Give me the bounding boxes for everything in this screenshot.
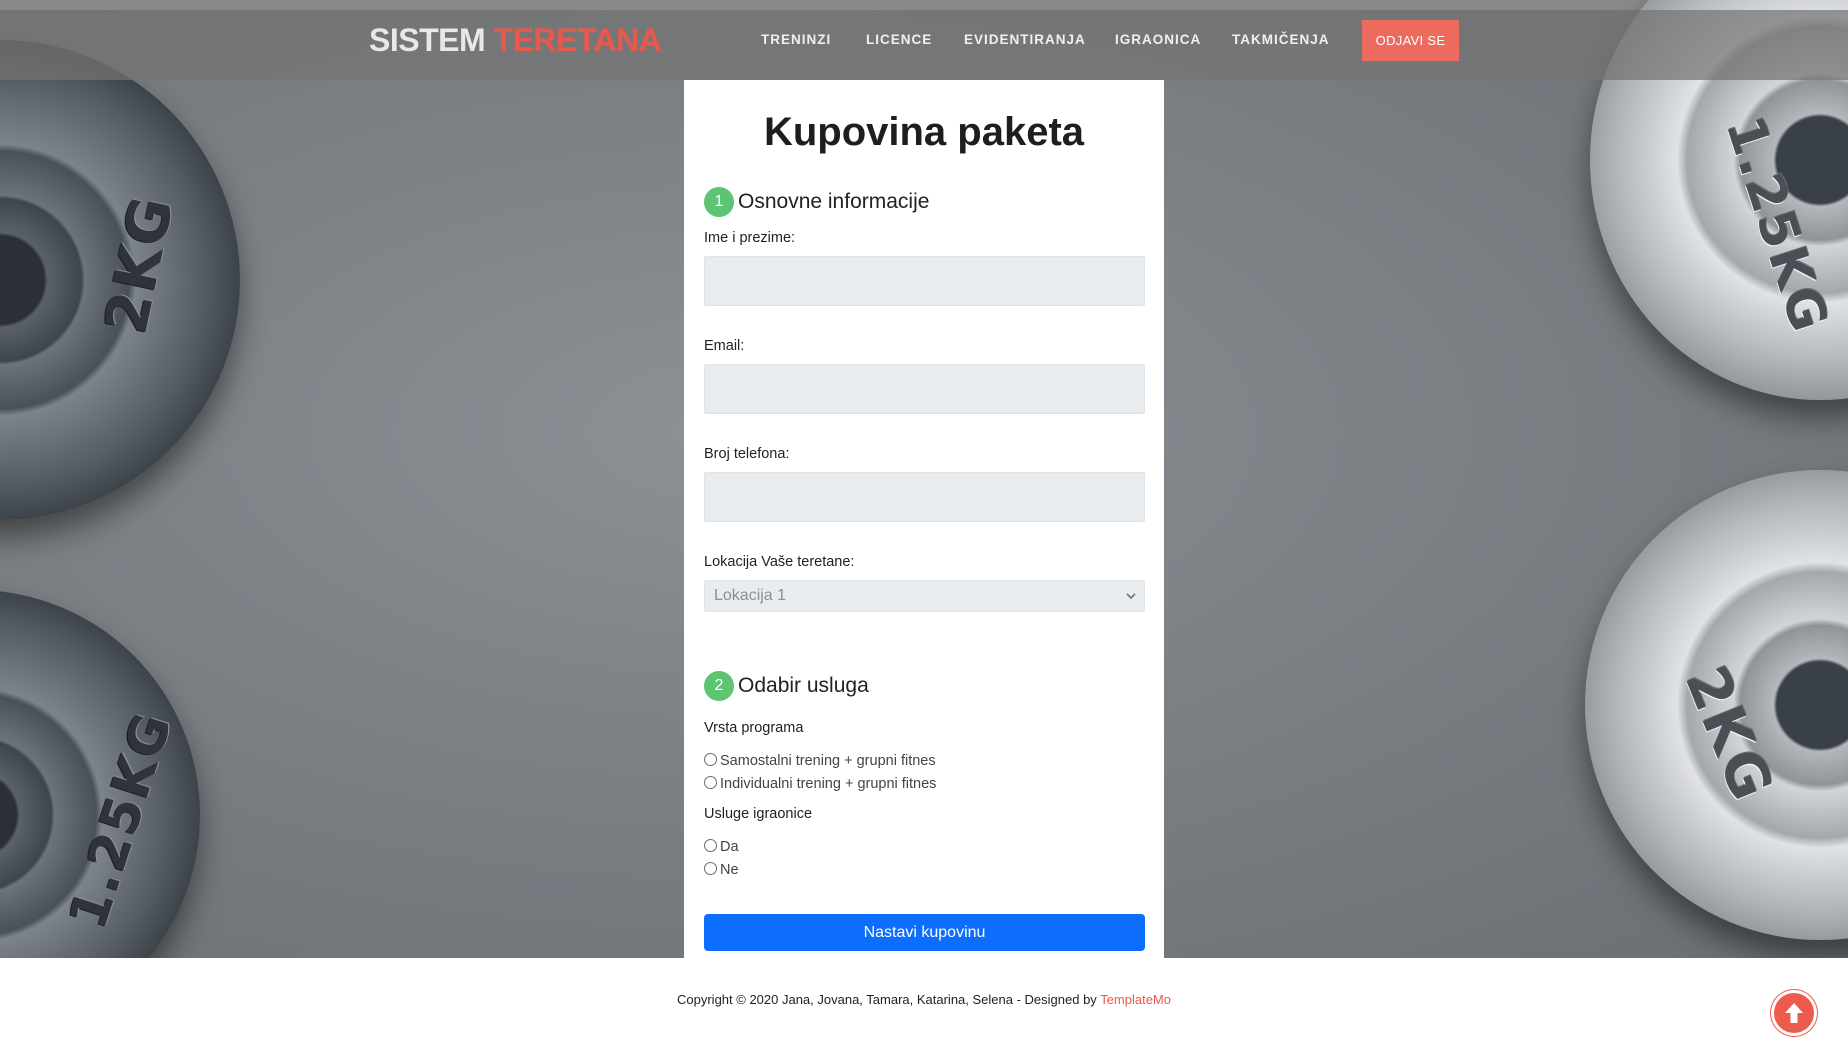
phone-input[interactable] (704, 472, 1145, 522)
section-basic-info: 1 Osnovne informacije (704, 187, 929, 217)
scroll-top-button[interactable] (1774, 993, 1814, 1033)
nav-item-igraonica[interactable]: IGRAONICA (1115, 32, 1201, 47)
radio-label: Da (720, 839, 739, 855)
name-input[interactable] (704, 256, 1145, 306)
radio-button[interactable] (704, 862, 717, 875)
program-option-1[interactable]: Samostalni trening + grupni fitnes (704, 753, 936, 769)
logout-button[interactable]: ODJAVI SE (1362, 20, 1459, 61)
chevron-down-icon (1126, 593, 1136, 600)
section-title: Osnovne informacije (738, 190, 930, 213)
phone-label: Broj telefona: (704, 446, 790, 462)
step-badge: 2 (704, 671, 734, 701)
playroom-option-da[interactable]: Da (704, 839, 739, 855)
nav-item-licence[interactable]: LICENCE (866, 32, 932, 47)
nav-item-evidentiranja[interactable]: EVIDENTIRANJA (964, 32, 1086, 47)
location-label: Lokacija Vaše teretane: (704, 554, 855, 570)
program-label: Vrsta programa (704, 720, 804, 736)
email-label: Email: (704, 338, 745, 354)
email-input[interactable] (704, 364, 1145, 414)
footer-link[interactable]: TemplateMo (1100, 992, 1171, 1007)
name-label: Ime i prezime: (704, 230, 796, 246)
radio-button[interactable] (704, 839, 717, 852)
footer: Copyright © 2020 Jana, Jovana, Tamara, K… (0, 992, 1848, 1007)
playroom-option-ne[interactable]: Ne (704, 862, 739, 878)
top-strip (0, 0, 1848, 10)
radio-label: Samostalni trening + grupni fitnes (720, 753, 936, 769)
radio-button[interactable] (704, 753, 717, 766)
nav-item-treninzi[interactable]: TRENINZI (761, 32, 831, 47)
logo-part2: TERETANA (493, 22, 662, 58)
site-header: SISTEM TERETANA TRENINZI LICENCE EVIDENT… (0, 10, 1848, 80)
section-title: Odabir usluga (738, 674, 869, 697)
arrow-up-circle-icon (1785, 1003, 1803, 1023)
radio-button[interactable] (704, 776, 717, 789)
logo-part1: SISTEM (369, 22, 486, 58)
program-option-2[interactable]: Individualni trening + grupni fitnes (704, 776, 936, 792)
radio-label: Ne (720, 862, 739, 878)
playroom-label: Usluge igraonice (704, 806, 813, 822)
page-title: Kupovina paketa (763, 110, 1085, 154)
nav-item-takmicenja[interactable]: TAKMIČENJA (1232, 32, 1330, 47)
site-logo[interactable]: SISTEM TERETANA (369, 22, 662, 59)
purchase-form-panel: Kupovina paketa 1 Osnovne informacije Im… (684, 80, 1164, 958)
location-selected-value: Lokacija 1 (714, 587, 787, 604)
step-badge: 1 (704, 187, 734, 217)
continue-purchase-button[interactable]: Nastavi kupovinu (704, 914, 1145, 951)
location-select[interactable]: Lokacija 1 (704, 580, 1145, 612)
section-services: 2 Odabir usluga (704, 671, 869, 701)
footer-copyright: Copyright © 2020 Jana, Jovana, Tamara, K… (677, 992, 1101, 1007)
radio-label: Individualni trening + grupni fitnes (720, 776, 937, 792)
